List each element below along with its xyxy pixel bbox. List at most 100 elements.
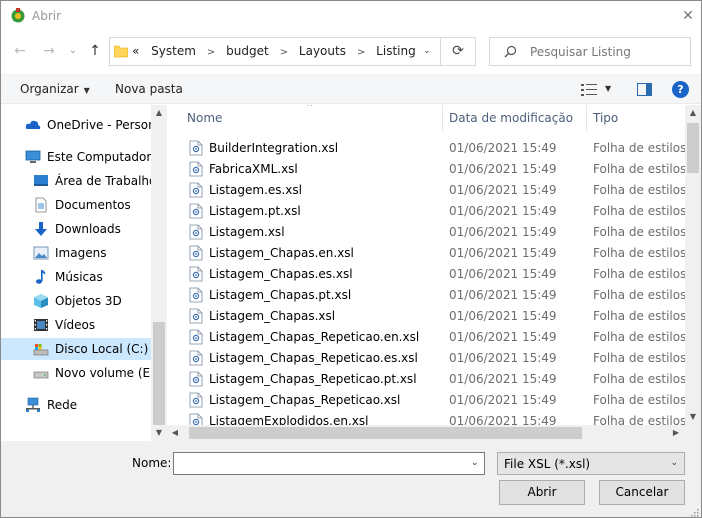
sidebar-item-label: Músicas [55, 270, 103, 284]
sidebar-item-3d-objects[interactable]: Objetos 3D [1, 290, 151, 312]
address-dropdown-chevron-icon[interactable]: ⌄ [423, 46, 431, 56]
breadcrumb-item-budget[interactable]: budget [226, 44, 269, 58]
file-list-vertical-thumb[interactable] [687, 123, 699, 173]
breadcrumb: « System > budget > Layouts > Listing [132, 44, 420, 58]
file-row[interactable]: Listagem_Chapas.pt.xsl 01/06/2021 15:49 Fo… [185, 284, 685, 305]
window-title: Abrir [32, 9, 62, 23]
app-icon [11, 8, 25, 23]
view-options-icon[interactable] [581, 83, 597, 97]
file-name: Listagem_Chapas.en.xsl [209, 246, 354, 260]
file-row[interactable]: Listagem.es.xsl 01/06/2021 15:49 Folha de … [185, 179, 685, 200]
sidebar-item-label: Disco Local (C:) [55, 342, 149, 356]
file-name: FabricaXML.xsl [209, 162, 298, 176]
file-row[interactable]: Listagem_Chapas.xsl 01/06/2021 15:49 Folha… [185, 305, 685, 326]
file-name: Listagem_Chapas_Repeticao.en.xsl [209, 330, 420, 344]
sidebar-item-local-disk-c[interactable]: Disco Local (C:) [1, 338, 151, 360]
navigation-scrollbar[interactable]: ▲ ▼ [151, 105, 167, 441]
view-dropdown-caret-icon[interactable]: ▼ [605, 84, 611, 93]
scrollbar-corner [685, 425, 701, 441]
file-row[interactable]: Listagem_Chapas.es.xsl 01/06/2021 15:49 Fo… [185, 263, 685, 284]
scroll-right-icon[interactable]: ▶ [671, 428, 681, 437]
column-header-date[interactable]: Data de modificação [443, 105, 586, 131]
file-type: Folha de estilos XSL [593, 288, 685, 302]
scroll-up-icon[interactable]: ▲ [685, 108, 701, 117]
file-row[interactable]: Listagem_Chapas_Repeticao.es.xsl 01/06/20… [185, 347, 685, 368]
sidebar-item-pictures[interactable]: Imagens [1, 242, 151, 264]
computer-icon [25, 150, 41, 163]
file-list-horizontal-thumb[interactable] [189, 427, 582, 439]
file-row[interactable]: Listagem_Chapas_Repeticao.en.xsl 01/06/20… [185, 326, 685, 347]
desktop-icon [34, 175, 48, 186]
command-bar: Organizar ▼ Nova pasta ▼ ? [1, 74, 701, 104]
file-name-history-chevron-icon[interactable]: ⌄ [471, 458, 479, 468]
file-row[interactable]: Listagem.xsl 01/06/2021 15:49 Folha de est… [185, 221, 685, 242]
organize-button[interactable]: Organizar ▼ [20, 82, 90, 96]
breadcrumb-overflow[interactable]: « [132, 44, 139, 58]
breadcrumb-item-layouts[interactable]: Layouts [299, 44, 346, 58]
file-name: Listagem_Chapas_Repeticao.xsl [209, 393, 401, 407]
scroll-left-icon[interactable]: ◀ [170, 428, 180, 437]
navigation-scroll-thumb[interactable] [153, 322, 165, 425]
recent-locations-chevron-icon[interactable]: ⌄ [63, 41, 83, 61]
refresh-button[interactable]: ⟳ [441, 37, 476, 66]
sidebar-item-this-pc[interactable]: Este Computador [1, 146, 151, 168]
sidebar-item-videos[interactable]: Vídeos [1, 314, 151, 336]
search-box[interactable]: Pesquisar Listing [489, 37, 691, 66]
new-folder-button[interactable]: Nova pasta [115, 82, 183, 96]
xsl-file-icon [189, 287, 203, 303]
breadcrumb-item-system[interactable]: System [151, 44, 196, 58]
sidebar-item-label: Rede [47, 398, 78, 412]
chevron-down-icon: ⌄ [670, 458, 678, 468]
sidebar-item-music[interactable]: Músicas [1, 266, 151, 288]
objects-3d-icon [34, 294, 48, 308]
sidebar-item-onedrive[interactable]: OneDrive - Persona [1, 114, 163, 136]
close-icon[interactable]: ✕ [679, 7, 697, 25]
file-name-input[interactable] [173, 452, 485, 475]
sidebar-item-documents[interactable]: Documentos [1, 194, 151, 216]
sidebar-item-downloads[interactable]: Downloads [1, 218, 151, 240]
chevron-right-icon[interactable]: > [207, 47, 215, 58]
chevron-right-icon[interactable]: > [357, 47, 365, 58]
xsl-file-icon [189, 161, 203, 177]
file-row[interactable]: Listagem_Chapas_Repeticao.xsl 01/06/2021 … [185, 389, 685, 410]
search-input[interactable]: Pesquisar Listing [530, 45, 631, 59]
help-icon[interactable]: ? [672, 81, 689, 98]
file-type-filter-select[interactable]: File XSL (*.xsl) ⌄ [497, 452, 685, 475]
navigation-pane: OneDrive - Persona Este Computador Área … [1, 105, 167, 441]
resize-grip-icon[interactable] [689, 507, 699, 517]
scroll-down-icon[interactable]: ▼ [151, 428, 167, 437]
address-bar[interactable]: « System > budget > Layouts > Listing ⌄ [109, 37, 441, 66]
file-list-vertical-scrollbar[interactable]: ▲ ▼ [685, 105, 701, 425]
scroll-up-icon[interactable]: ▲ [151, 108, 167, 117]
column-header-type[interactable]: Tipo [587, 105, 687, 131]
chevron-right-icon[interactable]: > [280, 47, 288, 58]
preview-pane-icon[interactable] [637, 83, 652, 96]
sidebar-item-new-volume-e[interactable]: Novo volume (E:) [1, 362, 159, 384]
file-name: Listagem_Chapas_Repeticao.pt.xsl [209, 372, 417, 386]
sidebar-item-desktop[interactable]: Área de Trabalho [1, 170, 156, 192]
cancel-button[interactable]: Cancelar [599, 480, 685, 505]
file-row[interactable]: FabricaXML.xsl 01/06/2021 15:49 Folha de e… [185, 158, 685, 179]
file-date: 01/06/2021 15:49 [449, 309, 557, 323]
scroll-down-icon[interactable]: ▼ [685, 412, 701, 421]
sidebar-item-label: Objetos 3D [55, 294, 122, 308]
file-name: Listagem_Chapas.xsl [209, 309, 336, 323]
file-date: 01/06/2021 15:49 [449, 393, 557, 407]
file-row[interactable]: Listagem_Chapas_Repeticao.pt.xsl 01/06/20… [185, 368, 685, 389]
file-name: Listagem.pt.xsl [209, 204, 301, 218]
forward-button[interactable]: → [39, 41, 59, 61]
downloads-icon [35, 222, 47, 236]
file-row[interactable]: Listagem_Chapas.en.xsl 01/06/2021 15:49 Fo… [185, 242, 685, 263]
sidebar-item-network[interactable]: Rede [1, 394, 151, 416]
file-date: 01/06/2021 15:49 [449, 162, 557, 176]
file-row[interactable]: Listagem.pt.xsl 01/06/2021 15:49 Folha de … [185, 200, 685, 221]
cloud-icon [25, 120, 41, 129]
open-button[interactable]: Abrir [499, 480, 585, 505]
back-button[interactable]: ← [10, 41, 30, 61]
file-list-horizontal-scrollbar[interactable]: ◀ ▶ [167, 425, 685, 441]
file-row[interactable]: BuilderIntegration.xsl 01/06/2021 15:49 Fo… [185, 137, 685, 158]
breadcrumb-item-listing[interactable]: Listing [376, 44, 416, 58]
up-button[interactable]: ↑ [85, 41, 105, 61]
column-header-name[interactable]: Nome [181, 105, 443, 131]
xsl-file-icon [189, 308, 203, 324]
